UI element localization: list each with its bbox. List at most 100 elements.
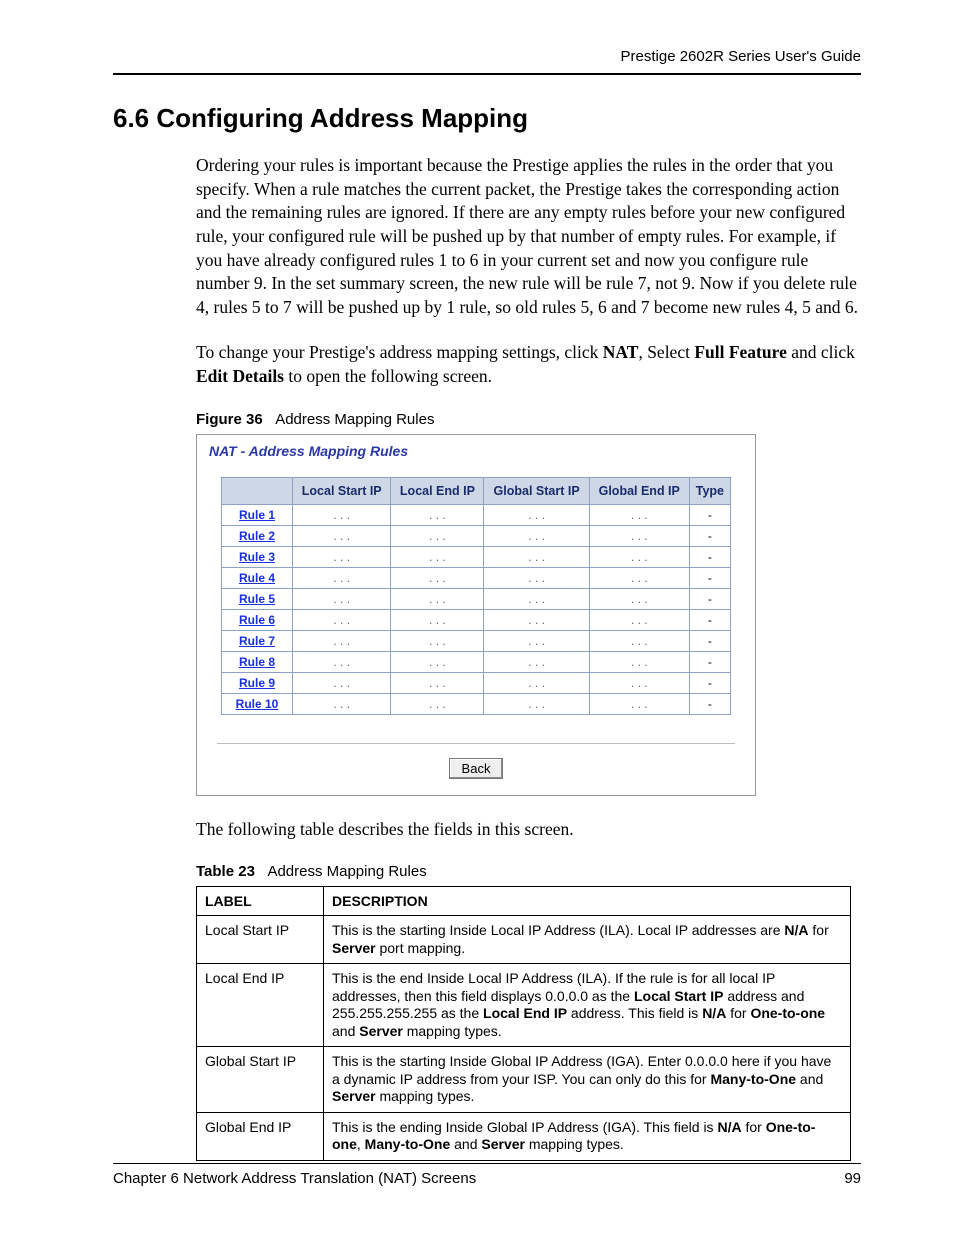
bold: Server: [332, 1088, 376, 1104]
rule-cell: . . .: [293, 588, 391, 609]
rule-cell: . . .: [484, 651, 589, 672]
rule-cell: . . .: [391, 693, 484, 714]
rule-cell: . . .: [293, 546, 391, 567]
bold: N/A: [784, 922, 808, 938]
figure-title: Address Mapping Rules: [275, 411, 434, 428]
rule-link[interactable]: Rule 5: [222, 588, 293, 609]
table-row: Rule 10. . .. . .. . .. . .-: [222, 693, 731, 714]
table-row: Rule 8. . .. . .. . .. . .-: [222, 651, 731, 672]
paragraph-1: Ordering your rules is important because…: [196, 154, 861, 319]
bold: Server: [481, 1136, 525, 1152]
footer-page-number: 99: [844, 1170, 861, 1187]
desc-description: This is the starting Inside Local IP Add…: [324, 916, 851, 964]
rule-cell: . . .: [484, 525, 589, 546]
rule-cell: . . .: [391, 525, 484, 546]
rule-cell: . . .: [589, 588, 689, 609]
screenshot-title: NAT - Address Mapping Rules: [209, 443, 745, 459]
rule-cell: . . .: [293, 651, 391, 672]
desc-row-local-start: Local Start IP This is the starting Insi…: [197, 916, 851, 964]
rule-link[interactable]: Rule 6: [222, 609, 293, 630]
bold: One-to-one: [750, 1005, 825, 1021]
rule-cell: . . .: [484, 588, 589, 609]
table-row: Rule 1. . .. . .. . .. . .-: [222, 504, 731, 525]
rule-link[interactable]: Rule 10: [222, 693, 293, 714]
rule-cell: . . .: [589, 693, 689, 714]
table-number: Table 23: [196, 863, 255, 880]
table-row: Rule 7. . .. . .. . .. . .-: [222, 630, 731, 651]
table-caption: Table 23 Address Mapping Rules: [196, 863, 861, 880]
desc-header-label: LABEL: [197, 887, 324, 916]
rule-link[interactable]: Rule 1: [222, 504, 293, 525]
txt: port mapping.: [376, 940, 466, 956]
rule-link[interactable]: Rule 9: [222, 672, 293, 693]
p2-b1: NAT: [603, 342, 639, 362]
txt: ,: [357, 1136, 365, 1152]
desc-row-global-end: Global End IP This is the ending Inside …: [197, 1112, 851, 1160]
rules-header-row: Local Start IP Local End IP Global Start…: [222, 477, 731, 504]
rule-cell: . . .: [391, 546, 484, 567]
desc-label: Local Start IP: [197, 916, 324, 964]
rule-cell: . . .: [293, 693, 391, 714]
rule-link[interactable]: Rule 7: [222, 630, 293, 651]
txt: mapping types.: [525, 1136, 624, 1152]
rule-cell: . . .: [484, 630, 589, 651]
rule-cell: . . .: [484, 546, 589, 567]
rule-cell: . . .: [589, 546, 689, 567]
txt: for: [809, 922, 829, 938]
rule-type-cell: -: [689, 609, 730, 630]
bold: Server: [359, 1023, 403, 1039]
running-header: Prestige 2602R Series User's Guide: [113, 48, 861, 73]
rule-cell: . . .: [293, 630, 391, 651]
table-title: Address Mapping Rules: [267, 863, 426, 880]
desc-label: Local End IP: [197, 964, 324, 1047]
rule-type-cell: -: [689, 651, 730, 672]
section-heading: 6.6 Configuring Address Mapping: [113, 103, 861, 134]
rules-col-type: Type: [689, 477, 730, 504]
bold: Local End IP: [483, 1005, 567, 1021]
rule-type-cell: -: [689, 672, 730, 693]
rule-link[interactable]: Rule 2: [222, 525, 293, 546]
rule-cell: . . .: [484, 609, 589, 630]
rule-cell: . . .: [293, 672, 391, 693]
rule-type-cell: -: [689, 693, 730, 714]
back-button[interactable]: Back: [449, 758, 504, 779]
rules-table: Local Start IP Local End IP Global Start…: [221, 477, 731, 715]
rule-cell: . . .: [589, 567, 689, 588]
desc-label: Global Start IP: [197, 1047, 324, 1113]
rule-cell: . . .: [293, 609, 391, 630]
desc-description: This is the end Inside Local IP Address …: [324, 964, 851, 1047]
header-rule: [113, 73, 861, 75]
figure-caption: Figure 36 Address Mapping Rules: [196, 411, 861, 428]
txt: This is the ending Inside Global IP Addr…: [332, 1119, 717, 1135]
txt: and: [796, 1071, 823, 1087]
rule-cell: . . .: [484, 567, 589, 588]
rule-link[interactable]: Rule 3: [222, 546, 293, 567]
p2-b2: Full Feature: [694, 342, 787, 362]
txt: and: [332, 1023, 359, 1039]
rule-type-cell: -: [689, 567, 730, 588]
rule-cell: . . .: [391, 567, 484, 588]
rule-cell: . . .: [391, 672, 484, 693]
p2-mid2: and click: [787, 342, 855, 362]
table-row: Rule 2. . .. . .. . .. . .-: [222, 525, 731, 546]
desc-description: This is the starting Inside Global IP Ad…: [324, 1047, 851, 1113]
rules-col-blank: [222, 477, 293, 504]
desc-row-global-start: Global Start IP This is the starting Ins…: [197, 1047, 851, 1113]
rule-link[interactable]: Rule 4: [222, 567, 293, 588]
rule-cell: . . .: [391, 504, 484, 525]
txt: for: [726, 1005, 750, 1021]
rules-col-global-end: Global End IP: [589, 477, 689, 504]
desc-header-row: LABEL DESCRIPTION: [197, 887, 851, 916]
txt: address. This field is: [567, 1005, 702, 1021]
rule-type-cell: -: [689, 504, 730, 525]
rule-link[interactable]: Rule 8: [222, 651, 293, 672]
desc-row-local-end: Local End IP This is the end Inside Loca…: [197, 964, 851, 1047]
rule-cell: . . .: [589, 672, 689, 693]
figure-number: Figure 36: [196, 411, 263, 428]
p2-pre: To change your Prestige's address mappin…: [196, 342, 603, 362]
rule-cell: . . .: [391, 630, 484, 651]
rule-cell: . . .: [484, 504, 589, 525]
bold: N/A: [717, 1119, 741, 1135]
paragraph-3: The following table describes the fields…: [196, 818, 861, 842]
screenshot-divider: [217, 743, 735, 744]
